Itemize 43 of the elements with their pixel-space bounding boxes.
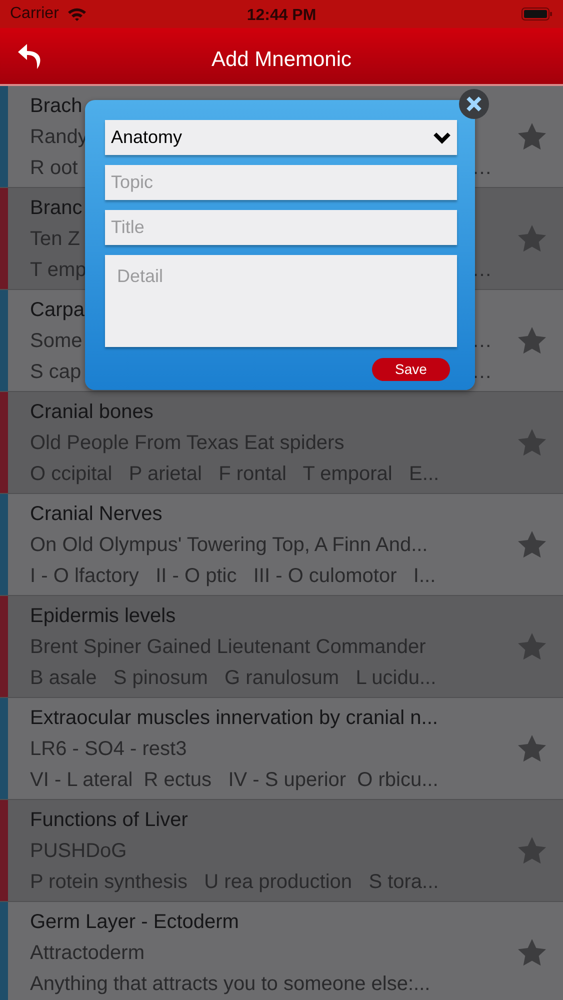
star-icon[interactable] [517,734,547,763]
star-icon[interactable] [517,122,547,151]
star-icon[interactable] [517,326,547,355]
detail-field[interactable]: Detail [105,255,457,347]
mnemonic-phrase: Attractoderm [30,942,144,964]
mnemonic-title: Functions of Liver [30,809,188,831]
star-icon[interactable] [517,938,547,967]
clock-label: 12:44 PM [246,6,316,26]
mnemonic-title: Branc [30,197,82,219]
wifi-icon [66,6,87,22]
mnemonic-title: Cranial bones [30,401,154,423]
mnemonic-detail: Anything that attracts you to someone else:... [30,973,430,995]
mnemonic-row[interactable]: Extraocular muscles innervation by cranial n... LR6 - SO4 - rest3 VI - L ateral R ectus IV - S uperior O rbicu... [0,698,563,800]
mnemonic-phrase: Some [30,329,82,354]
battery-icon [521,7,553,21]
title-field[interactable]: Title [105,210,457,245]
mnemonic-title: Carpa [30,299,84,321]
carrier-label: Carrier [10,4,59,24]
star-icon[interactable] [517,632,547,661]
close-icon [466,96,482,112]
star-icon[interactable] [517,836,547,865]
mnemonic-detail: I - O lfactory II - O ptic III - O culomotor I... [30,565,436,587]
mnemonic-row[interactable]: Germ Layer - Ectoderm Attractoderm Anything that attracts you to someone else:... [0,902,563,1000]
save-button[interactable]: Save [372,358,450,381]
category-dropdown[interactable]: Anatomy [105,120,457,155]
mnemonic-detail: R oot [30,156,78,181]
mnemonic-phrase: LR6 - SO4 - rest3 [30,738,187,760]
star-icon[interactable] [517,530,547,559]
mnemonic-phrase: On Old Olympus' Towering Top, A Finn And... [30,534,428,556]
mnemonic-detail: VI - L ateral R ectus IV - S uperior O rbicu... [30,769,438,791]
chevron-down-icon [433,132,451,144]
mnemonic-title: Germ Layer - Ectoderm [30,911,239,933]
mnemonic-detail: S cap [30,360,82,385]
mnemonic-phrase: Randy [30,126,88,148]
mnemonic-title: Extraocular muscles innervation by cranial n... [30,707,438,729]
mnemonic-title: Brach [30,95,82,117]
topic-field[interactable]: Topic [105,165,457,200]
mnemonic-title: Cranial Nerves [30,503,162,525]
star-icon[interactable] [517,428,547,457]
mnemonic-row[interactable]: Cranial Nerves On Old Olympus' Towering Top, A Finn And... I - O lfactory II - O ptic III - O culomotor I... [0,494,563,596]
screen-title: Add Mnemonic [211,47,352,73]
mnemonic-title: Epidermis levels [30,605,176,627]
star-icon[interactable] [517,224,547,253]
